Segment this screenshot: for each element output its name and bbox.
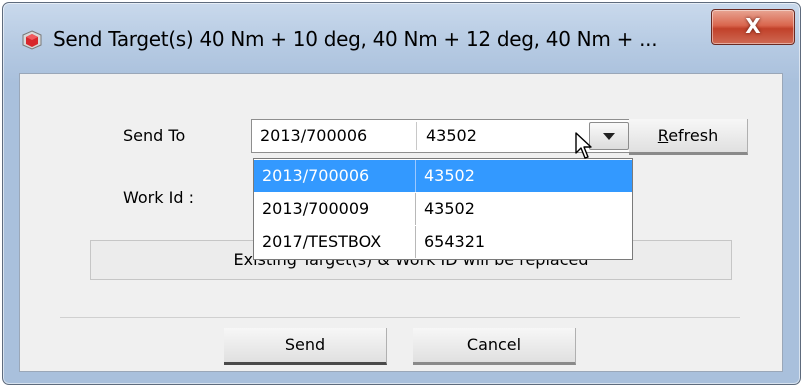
chevron-down-icon bbox=[603, 133, 615, 140]
refresh-button[interactable]: Refresh bbox=[629, 119, 748, 155]
mouse-cursor-icon bbox=[575, 132, 592, 159]
column-divider bbox=[415, 160, 416, 192]
cancel-button[interactable]: Cancel bbox=[413, 328, 576, 365]
dropdown-option[interactable]: 2013/700009 43502 bbox=[254, 193, 632, 225]
option-target: 2013/700009 bbox=[262, 199, 370, 218]
dropdown-button[interactable] bbox=[589, 122, 629, 150]
work-id-label: Work Id : bbox=[123, 188, 194, 207]
close-icon: X bbox=[745, 14, 761, 38]
close-button[interactable]: X bbox=[711, 9, 795, 45]
title-bar[interactable]: Send Target(s) 40 Nm + 10 deg, 40 Nm + 1… bbox=[3, 3, 800, 73]
option-work-id: 654321 bbox=[424, 232, 486, 251]
refresh-label: efresh bbox=[668, 126, 719, 145]
window-title: Send Target(s) 40 Nm + 10 deg, 40 Nm + 1… bbox=[53, 27, 658, 51]
separator-line bbox=[60, 317, 740, 318]
send-to-combobox[interactable]: 2013/700006 43502 bbox=[251, 119, 631, 153]
option-target: 2017/TESTBOX bbox=[262, 232, 382, 251]
option-work-id: 43502 bbox=[424, 199, 475, 218]
option-work-id: 43502 bbox=[424, 166, 475, 185]
red-cube-icon bbox=[22, 30, 42, 50]
selected-work-id: 43502 bbox=[426, 126, 477, 145]
dropdown-option[interactable]: 2017/TESTBOX 654321 bbox=[254, 226, 632, 258]
dropdown-list[interactable]: 2013/700006 43502 2013/700009 43502 2017… bbox=[253, 158, 633, 260]
column-divider bbox=[416, 122, 417, 150]
dialog-window: Send Target(s) 40 Nm + 10 deg, 40 Nm + 1… bbox=[2, 2, 801, 385]
dialog-body: Send To 2013/700006 43502 Refresh Work I… bbox=[19, 73, 783, 372]
column-divider bbox=[415, 193, 416, 225]
selected-target: 2013/700006 bbox=[260, 126, 368, 145]
option-target: 2013/700006 bbox=[262, 166, 370, 185]
send-button[interactable]: Send bbox=[224, 328, 387, 365]
dropdown-option[interactable]: 2013/700006 43502 bbox=[254, 160, 632, 192]
refresh-mnemonic: R bbox=[657, 126, 669, 145]
column-divider bbox=[415, 226, 416, 258]
send-to-label: Send To bbox=[123, 126, 186, 145]
